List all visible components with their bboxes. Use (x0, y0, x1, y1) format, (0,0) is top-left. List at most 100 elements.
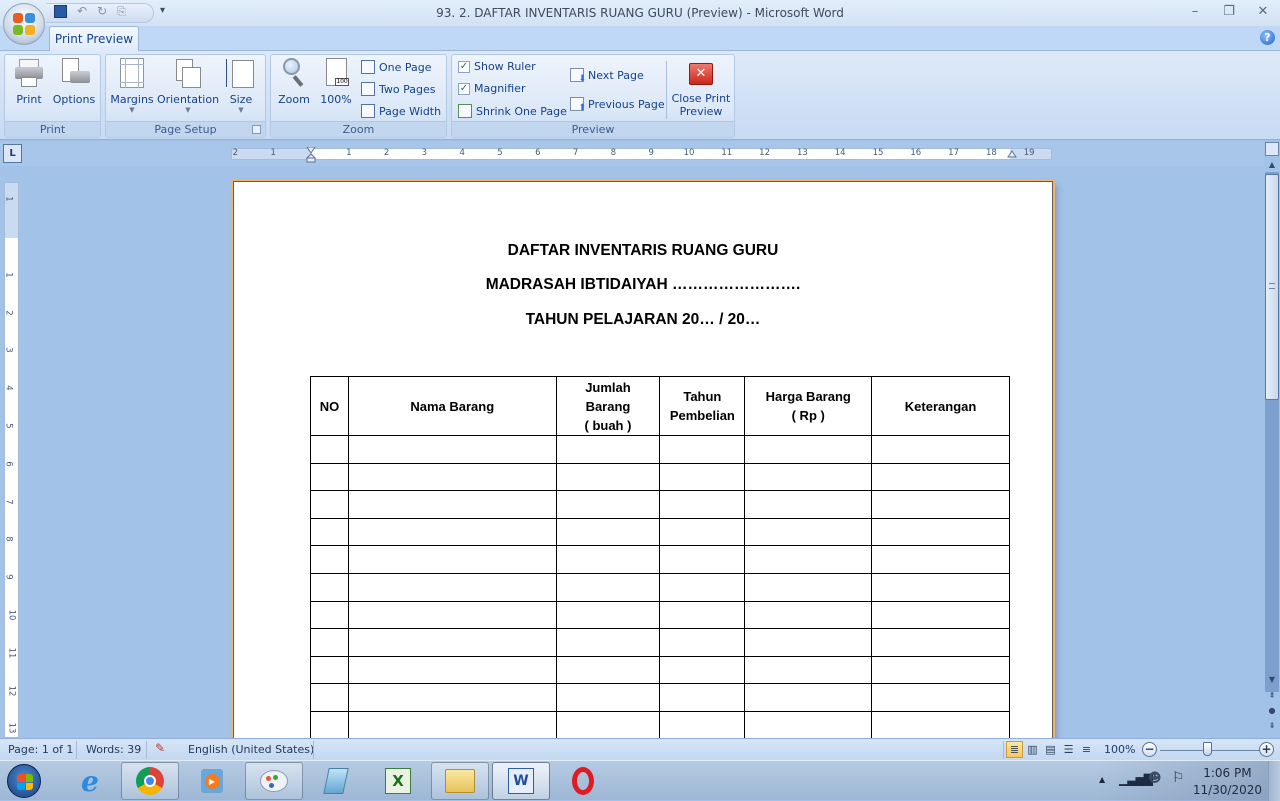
size-button[interactable]: Size ▼ (224, 57, 258, 114)
table-cell[interactable] (871, 462, 1010, 492)
taskbar-paint[interactable] (245, 762, 303, 800)
table-cell[interactable] (871, 545, 1010, 574)
table-cell[interactable] (744, 490, 873, 519)
table-cell[interactable] (659, 600, 746, 630)
table-cell[interactable] (659, 545, 746, 574)
table-cell[interactable] (310, 572, 349, 602)
table-cell[interactable] (555, 462, 661, 492)
print-layout-view-button[interactable]: ≣ (1006, 741, 1023, 758)
close-print-preview-button[interactable]: ✕ Close Print Preview (670, 63, 732, 118)
table-cell[interactable] (659, 572, 746, 602)
outline-view-button[interactable]: ☰ (1060, 741, 1077, 758)
shrink-one-page-button[interactable]: Shrink One Page (458, 104, 567, 118)
table-cell[interactable] (871, 490, 1010, 519)
table-cell[interactable] (347, 462, 557, 492)
table-cell[interactable] (347, 655, 557, 685)
tab-selector[interactable]: L (3, 144, 22, 163)
table-cell[interactable] (555, 490, 661, 519)
zoom-slider-thumb[interactable] (1203, 742, 1212, 756)
select-browse-object-icon[interactable]: ● (1265, 704, 1279, 718)
taskbar-word[interactable]: W (492, 762, 550, 800)
first-line-indent-marker[interactable] (306, 147, 316, 163)
zoom-out-button[interactable]: − (1142, 742, 1157, 757)
table-cell[interactable] (744, 710, 873, 738)
action-center-flag-icon[interactable]: ⚐ (1172, 770, 1185, 786)
scroll-thumb[interactable] (1265, 174, 1279, 400)
restore-button[interactable]: ❐ (1212, 0, 1246, 24)
table-cell[interactable] (310, 462, 349, 492)
redo-icon[interactable]: ↻ (97, 5, 107, 18)
table-cell[interactable] (744, 435, 873, 464)
minimize-button[interactable]: – (1178, 0, 1212, 24)
table-cell[interactable] (310, 655, 349, 685)
table-cell[interactable] (659, 462, 746, 492)
two-pages-button[interactable]: Two Pages (361, 82, 435, 96)
table-cell[interactable] (310, 517, 349, 547)
table-cell[interactable] (310, 490, 349, 519)
vertical-scrollbar[interactable]: ▲ ▼ ⇞ ● ⇟ (1264, 141, 1280, 738)
save-icon[interactable] (54, 5, 67, 18)
print-button[interactable]: Print (9, 57, 49, 106)
horizontal-ruler[interactable]: 2 1 1 2 3 4 5 6 7 8 9 10 11 12 13 14 15 16 17 18 19 (231, 147, 1052, 163)
next-page-button[interactable]: ⬇ Next Page (570, 68, 644, 84)
table-cell[interactable] (310, 435, 349, 464)
zoom-button[interactable]: Zoom (275, 57, 313, 106)
table-cell[interactable] (871, 600, 1010, 630)
options-button[interactable]: Options (51, 57, 97, 106)
scroll-down-arrow-icon[interactable]: ▼ (1265, 673, 1279, 687)
start-button[interactable] (7, 764, 41, 798)
table-cell[interactable] (347, 710, 557, 738)
table-cell[interactable] (347, 490, 557, 519)
table-cell[interactable] (555, 545, 661, 574)
office-button[interactable] (3, 3, 45, 45)
user-status-icon[interactable]: ☻ (1148, 771, 1162, 786)
table-cell[interactable] (659, 435, 746, 464)
next-page-browse-icon[interactable]: ⇟ (1265, 719, 1279, 733)
table-cell[interactable] (310, 600, 349, 630)
taskbar-internet-explorer[interactable]: e (61, 762, 119, 800)
table-cell[interactable] (555, 517, 661, 547)
table-cell[interactable] (659, 490, 746, 519)
one-page-button[interactable]: One Page (361, 60, 432, 74)
table-cell[interactable] (347, 600, 557, 630)
taskbar-chrome[interactable] (121, 762, 179, 800)
attach-icon[interactable]: ⎘ (117, 5, 126, 18)
show-ruler-checkbox[interactable]: ✓ Show Ruler (458, 60, 536, 73)
previous-page-browse-icon[interactable]: ⇞ (1265, 689, 1279, 703)
table-cell[interactable] (310, 683, 349, 712)
view-ruler-toggle[interactable] (1265, 142, 1279, 156)
zoom-in-button[interactable]: + (1259, 742, 1274, 757)
document-page[interactable]: DAFTAR INVENTARIS RUANG GURU MADRASAH IB… (231, 179, 1055, 738)
magnifier-checkbox[interactable]: ✓ Magnifier (458, 82, 525, 95)
table-cell[interactable] (347, 683, 557, 712)
table-cell[interactable] (659, 655, 746, 685)
table-cell[interactable] (744, 655, 873, 685)
show-hidden-icons-icon[interactable]: ▲ (1099, 775, 1105, 784)
table-cell[interactable] (310, 545, 349, 574)
table-cell[interactable] (871, 435, 1010, 464)
table-cell[interactable] (744, 462, 873, 492)
table-cell[interactable] (347, 545, 557, 574)
taskbar-opera[interactable] (554, 762, 612, 800)
table-cell[interactable] (871, 683, 1010, 712)
table-cell[interactable] (871, 628, 1010, 657)
taskbar-excel[interactable]: X (369, 762, 427, 800)
table-cell[interactable] (555, 710, 661, 738)
zoom-100-button[interactable]: 100 100% (317, 57, 355, 106)
draft-view-button[interactable]: ≡ (1078, 741, 1095, 758)
web-layout-view-button[interactable]: ▤ (1042, 741, 1059, 758)
table-cell[interactable] (871, 517, 1010, 547)
orientation-button[interactable]: Orientation ▼ (156, 57, 220, 114)
table-cell[interactable] (744, 683, 873, 712)
table-cell[interactable] (744, 545, 873, 574)
table-cell[interactable] (347, 435, 557, 464)
table-cell[interactable] (555, 572, 661, 602)
taskbar-media-player[interactable]: ▶ (183, 762, 241, 800)
vertical-ruler[interactable]: 1 1 2 3 4 5 6 7 8 9 10 11 12 13 (4, 182, 19, 738)
page-setup-dialog-launcher[interactable] (252, 125, 261, 134)
margins-button[interactable]: Margins ▼ (109, 57, 155, 114)
table-cell[interactable] (744, 517, 873, 547)
network-signal-icon[interactable]: ▁▃▅▇ (1119, 772, 1153, 786)
tab-print-preview[interactable]: Print Preview (49, 26, 139, 51)
word-count[interactable]: Words: 39 (86, 743, 141, 756)
